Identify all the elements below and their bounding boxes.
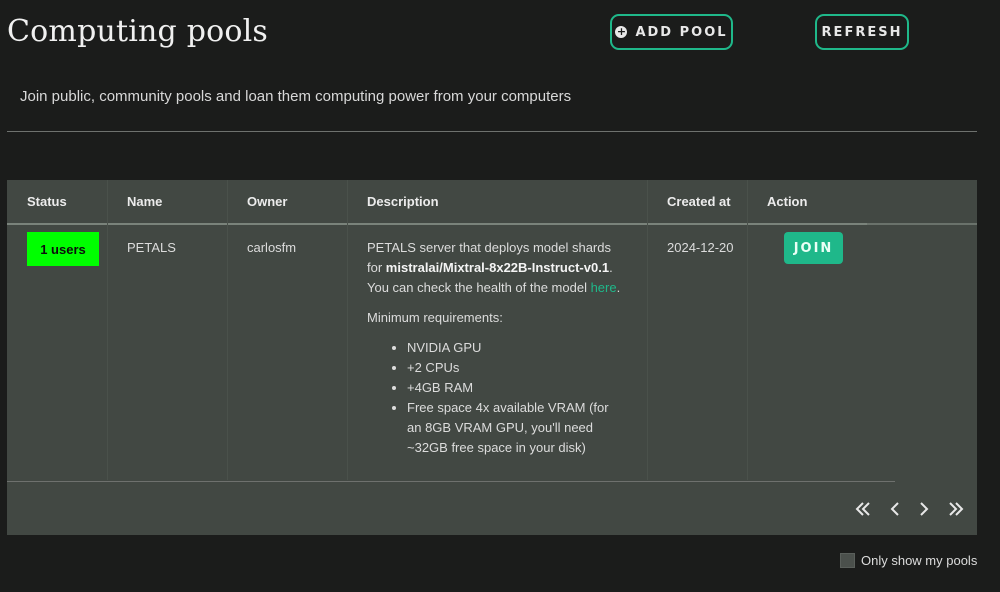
page-subtitle: Join public, community pools and loan th… xyxy=(20,88,572,105)
plus-circle-icon: + xyxy=(615,25,628,38)
pool-description: PETALS server that deploys model shards … xyxy=(347,238,622,458)
prev-page-icon[interactable] xyxy=(884,498,906,520)
column-header-description[interactable]: Description xyxy=(347,180,647,225)
column-header-action: Action xyxy=(747,180,867,225)
health-link[interactable]: here xyxy=(591,280,617,295)
requirements-title: Minimum requirements: xyxy=(367,310,503,325)
only-my-pools-filter[interactable]: Only show my pools xyxy=(840,553,977,568)
pool-owner: carlosfm xyxy=(247,240,297,255)
column-separator xyxy=(747,180,748,480)
join-button[interactable]: JOIN xyxy=(784,232,843,264)
add-pool-label: ADD POOL xyxy=(635,24,728,40)
requirements-list: NVIDIA GPU +2 CPUs +4GB RAM Free space 4… xyxy=(407,338,622,458)
description-suffix: . xyxy=(616,280,621,295)
column-separator xyxy=(107,180,108,480)
pool-name: PETALS xyxy=(127,240,176,255)
requirement-item: +4GB RAM xyxy=(407,378,622,398)
column-header-spacer xyxy=(867,180,977,225)
page-title: Computing pools xyxy=(7,14,269,49)
column-header-name[interactable]: Name xyxy=(107,180,227,225)
status-badge: 1 users xyxy=(27,232,99,266)
header-divider xyxy=(7,131,977,132)
only-my-pools-checkbox[interactable] xyxy=(840,553,855,568)
first-page-icon[interactable] xyxy=(852,498,874,520)
column-header-owner[interactable]: Owner xyxy=(227,180,347,225)
refresh-button[interactable]: REFRESH xyxy=(815,14,909,50)
last-page-icon[interactable] xyxy=(945,498,967,520)
created-at: 2024-12-20 xyxy=(667,240,734,255)
model-name: mistralai/Mixtral-8x22B-Instruct-v0.1 xyxy=(385,260,610,275)
pools-table: Status Name Owner Description Created at… xyxy=(7,180,977,535)
column-separator xyxy=(647,180,648,480)
row-divider xyxy=(7,481,895,482)
column-header-created-at[interactable]: Created at xyxy=(647,180,747,225)
next-page-icon[interactable] xyxy=(913,498,935,520)
requirement-item: +2 CPUs xyxy=(407,358,622,378)
refresh-label: REFRESH xyxy=(821,24,903,40)
column-header-status[interactable]: Status xyxy=(7,180,107,225)
only-my-pools-label: Only show my pools xyxy=(861,553,978,568)
requirement-item: Free space 4x available VRAM (for an 8GB… xyxy=(407,398,622,458)
requirement-item: NVIDIA GPU xyxy=(407,338,622,358)
column-separator xyxy=(227,180,228,480)
add-pool-button[interactable]: + ADD POOL xyxy=(610,14,733,50)
